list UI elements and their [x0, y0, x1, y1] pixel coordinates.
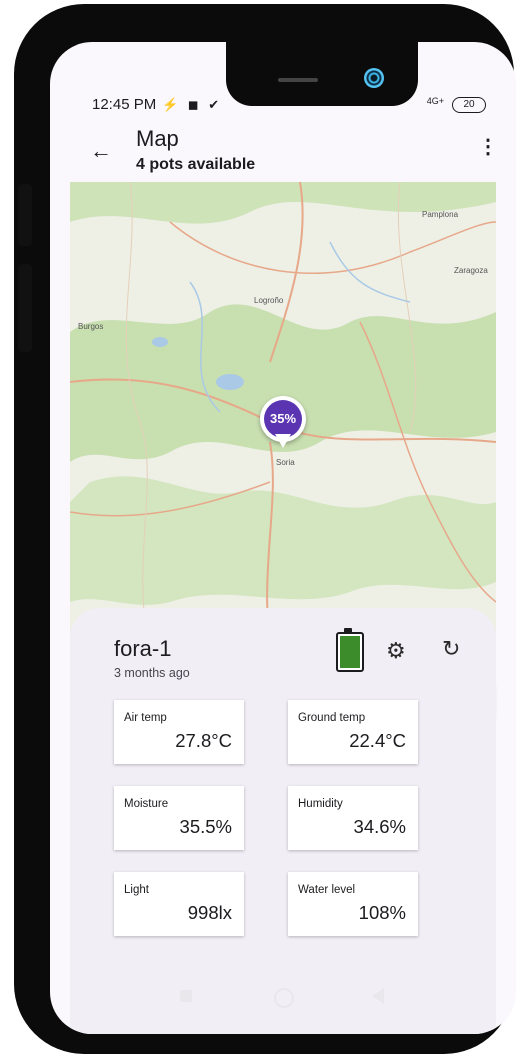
signal-icon: 4G+ — [426, 96, 444, 106]
pot-details-sheet: fora-1 3 months ago ⚙ ↻ Air temp 27.8°C … — [70, 608, 496, 1034]
metric-card-ground-temp[interactable]: Ground temp 22.4°C — [288, 700, 418, 764]
status-time: 12:45 PM — [92, 96, 157, 113]
metric-card-light[interactable]: Light 998lx — [114, 872, 244, 936]
page-title: Map — [136, 126, 179, 151]
map-place-label: Zaragoza — [454, 266, 488, 275]
metric-card-moisture[interactable]: Moisture 35.5% — [114, 786, 244, 850]
map-place-label: Burgos — [78, 322, 104, 331]
marker-percentage: 35% — [264, 400, 302, 438]
pot-map-marker[interactable]: 35% — [260, 396, 306, 448]
recents-nav-icon[interactable] — [180, 990, 192, 1002]
battery-status-icon: 20 — [452, 97, 486, 113]
metric-label: Ground temp — [298, 712, 366, 724]
page-subtitle: 4 pots available — [136, 156, 256, 173]
battery-icon — [336, 628, 364, 672]
system-nav-bar — [50, 982, 516, 1022]
app-bar: ← Map 4 pots available ⋮ — [50, 122, 516, 180]
map-place-label: Soria — [276, 458, 295, 467]
front-camera — [364, 68, 384, 88]
metric-card-water-level[interactable]: Water level 108% — [288, 872, 418, 936]
metric-card-air-temp[interactable]: Air temp 27.8°C — [114, 700, 244, 764]
refresh-icon[interactable]: ↻ — [442, 636, 460, 662]
battery-fill — [340, 636, 360, 668]
metric-label: Water level — [298, 884, 356, 896]
pot-last-seen: 3 months ago — [114, 666, 190, 680]
phone-frame: 12:45 PM ⚡ ◼ ✔ 4G+ 20 ← Map 4 pots avail… — [14, 4, 516, 1054]
metric-card-humidity[interactable]: Humidity 34.6% — [288, 786, 418, 850]
metric-value: 108% — [358, 902, 406, 923]
power-button — [18, 264, 32, 352]
speaker-grille — [278, 78, 318, 82]
metric-label: Light — [124, 884, 149, 896]
map-place-label: Pamplona — [422, 210, 459, 219]
metric-value: 998lx — [187, 902, 232, 923]
metric-value: 22.4°C — [349, 730, 406, 751]
pot-name: fora-1 — [114, 636, 172, 661]
screen: 12:45 PM ⚡ ◼ ✔ 4G+ 20 ← Map 4 pots avail… — [50, 42, 516, 1034]
back-arrow-icon[interactable]: ← — [90, 138, 112, 164]
more-options-icon[interactable]: ⋮ — [478, 134, 498, 159]
metric-label: Moisture — [124, 798, 169, 810]
volume-button — [18, 184, 32, 246]
back-nav-icon[interactable] — [372, 988, 384, 1004]
notification-icons: ⚡ ◼ ✔ — [162, 97, 223, 112]
metric-label: Humidity — [298, 798, 343, 810]
notch — [226, 42, 418, 106]
metric-label: Air temp — [124, 712, 167, 724]
map-view[interactable]: Pamplona Logroño Soria Burgos Zaragoza 3… — [70, 182, 496, 728]
map-place-label: Logroño — [254, 296, 284, 305]
home-nav-icon[interactable] — [274, 988, 294, 1008]
metric-value: 34.6% — [353, 816, 406, 837]
metric-value: 27.8°C — [175, 730, 232, 751]
gear-icon[interactable]: ⚙ — [386, 638, 406, 664]
metric-value: 35.5% — [179, 816, 232, 837]
